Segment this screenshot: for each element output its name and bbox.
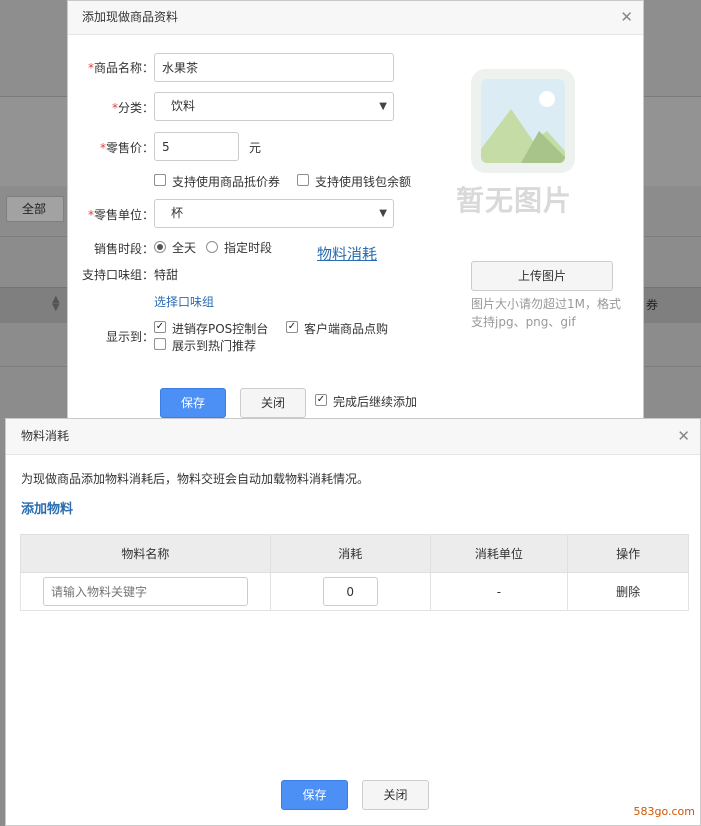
display-label: 显示到： bbox=[105, 330, 154, 344]
no-image-text: 暂无图片 bbox=[456, 184, 573, 217]
display-client-label: 客户端商品点购 bbox=[304, 322, 389, 336]
unit-label: *零售单位： bbox=[87, 208, 154, 222]
display-hot-label: 展示到热门推荐 bbox=[172, 339, 257, 353]
category-select[interactable]: 饮料 ▼ bbox=[154, 92, 394, 121]
add-material-link[interactable]: 添加物料 bbox=[21, 498, 73, 517]
sale-time-custom-label: 指定时段 bbox=[224, 241, 273, 255]
continue-add-label: 完成后继续添加 bbox=[333, 395, 418, 409]
display-hot-checkbox[interactable] bbox=[154, 338, 166, 350]
sale-time-all-radio[interactable] bbox=[154, 241, 166, 253]
dialog-title: 物料消耗 bbox=[21, 429, 70, 443]
table-header-row: 物料名称 消耗 消耗单位 操作 bbox=[20, 534, 689, 573]
column-header-partial: 券 bbox=[646, 298, 659, 312]
sale-time-all-label: 全天 bbox=[172, 241, 197, 255]
taste-label: 支持口味组： bbox=[81, 268, 154, 282]
table-row: - 删除 bbox=[20, 572, 689, 611]
sale-time-label: 销售时段： bbox=[93, 242, 154, 256]
display-pos-checkbox[interactable]: ✓ bbox=[154, 321, 166, 333]
upload-image-button[interactable]: 上传图片 bbox=[471, 261, 613, 291]
sale-time-custom-radio[interactable] bbox=[206, 241, 218, 253]
taste-value: 特甜 bbox=[154, 268, 179, 282]
unit-select[interactable]: 杯 ▼ bbox=[154, 199, 394, 228]
product-name-input[interactable] bbox=[154, 53, 394, 82]
product-name-label: *商品名称： bbox=[87, 61, 154, 75]
material-consumption-dialog: 物料消耗 ✕ 为现做商品添加物料消耗后，物料交班会自动加载物料消耗情况。 添加物… bbox=[5, 418, 701, 826]
unit-cell: - bbox=[429, 572, 569, 611]
close-button[interactable]: 关闭 bbox=[362, 780, 429, 810]
continue-add-checkbox[interactable]: ✓ bbox=[315, 394, 327, 406]
no-image-placeholder bbox=[471, 69, 575, 173]
filter-select[interactable]: 全部 bbox=[6, 196, 64, 222]
category-value: 饮料 bbox=[171, 99, 196, 113]
wallet-label: 支持使用钱包余额 bbox=[315, 175, 412, 189]
consume-input[interactable] bbox=[322, 577, 378, 606]
display-pos-label: 进销存POS控制台 bbox=[172, 322, 269, 336]
upload-hint: 图片大小请勿超过1M，格式支持jpg、png、gif bbox=[471, 297, 621, 329]
material-table: 物料名称 消耗 消耗单位 操作 - 删除 bbox=[20, 534, 689, 611]
column-header-action: 操作 bbox=[567, 534, 689, 573]
save-button[interactable]: 保存 bbox=[160, 388, 226, 418]
description-text: 为现做商品添加物料消耗后，物料交班会自动加载物料消耗情况。 bbox=[21, 472, 370, 486]
price-input[interactable] bbox=[154, 132, 239, 161]
close-button[interactable]: 关闭 bbox=[240, 388, 306, 418]
category-label: *分类： bbox=[111, 101, 154, 115]
display-client-checkbox[interactable]: ✓ bbox=[286, 321, 298, 333]
select-taste-group-link[interactable]: 选择口味组 bbox=[154, 293, 214, 310]
dialog-title-bar: 物料消耗 ✕ bbox=[6, 419, 700, 455]
close-icon[interactable]: ✕ bbox=[620, 1, 633, 34]
sort-icon[interactable]: ▲ ▼ bbox=[52, 295, 60, 313]
price-unit: 元 bbox=[249, 141, 262, 155]
watermark: 583go.com bbox=[633, 805, 695, 818]
delete-action[interactable]: 删除 bbox=[567, 572, 689, 611]
material-consumption-link[interactable]: 物料消耗 bbox=[317, 243, 377, 264]
wallet-checkbox[interactable] bbox=[297, 174, 309, 186]
chevron-down-icon: ▼ bbox=[379, 101, 387, 112]
column-header-name: 物料名称 bbox=[20, 534, 271, 573]
column-header-unit: 消耗单位 bbox=[429, 534, 569, 573]
dialog-title-bar: 添加现做商品资料 ✕ bbox=[68, 1, 643, 35]
material-search-input[interactable] bbox=[42, 577, 248, 606]
chevron-down-icon: ▼ bbox=[379, 208, 387, 219]
add-product-dialog: 添加现做商品资料 ✕ *商品名称： *分类： 饮料 ▼ *零售价： 元 支持使用… bbox=[67, 0, 644, 420]
voucher-label: 支持使用商品抵价券 bbox=[172, 175, 281, 189]
column-header-consume: 消耗 bbox=[269, 534, 431, 573]
save-button[interactable]: 保存 bbox=[281, 780, 348, 810]
price-label: *零售价： bbox=[99, 141, 154, 155]
image-placeholder-icon bbox=[481, 79, 565, 163]
dialog-title: 添加现做商品资料 bbox=[82, 10, 179, 24]
unit-value: 杯 bbox=[171, 206, 184, 220]
material-name-cell bbox=[20, 572, 271, 611]
close-icon[interactable]: ✕ bbox=[677, 419, 690, 453]
voucher-checkbox[interactable] bbox=[154, 174, 166, 186]
consume-cell bbox=[269, 572, 431, 611]
